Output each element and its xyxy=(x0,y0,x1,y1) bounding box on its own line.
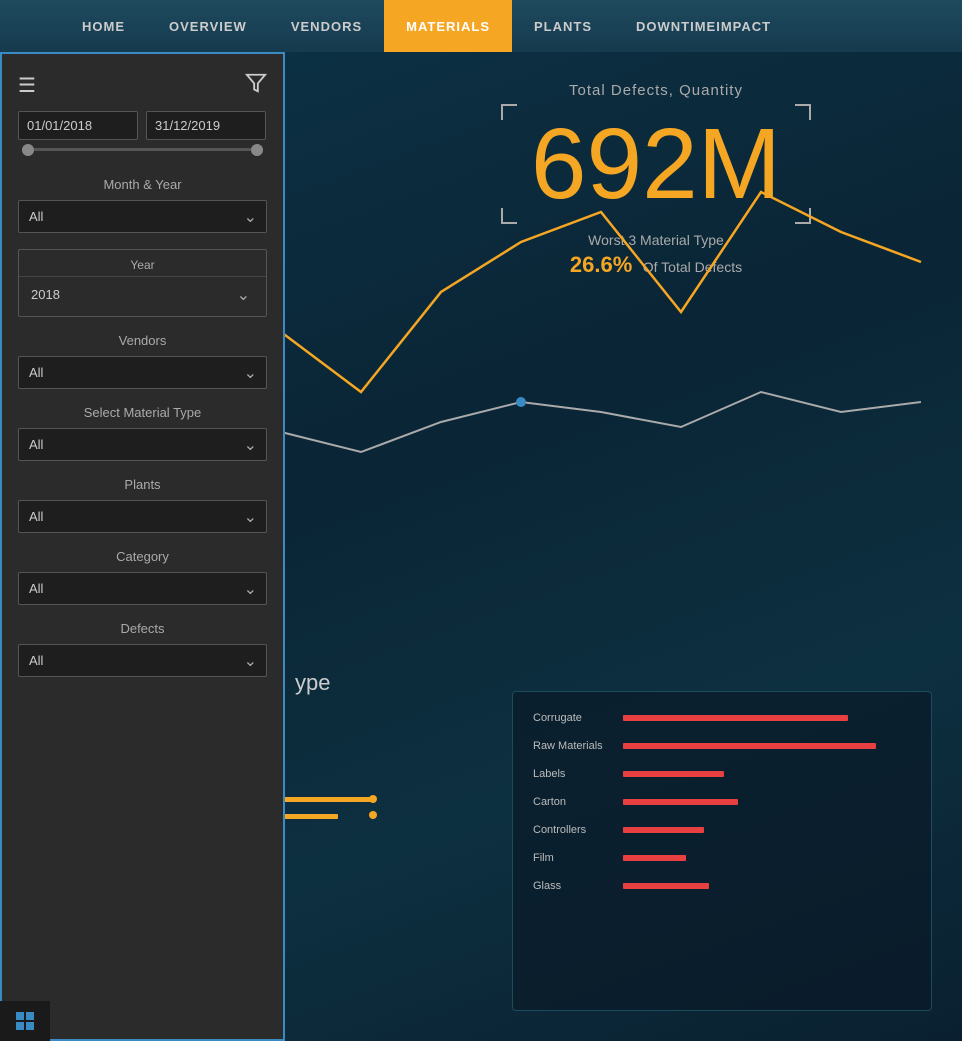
defects-select[interactable]: All xyxy=(18,644,267,677)
nav-plants[interactable]: Plants xyxy=(512,0,614,52)
vendors-select[interactable]: All xyxy=(18,356,267,389)
material-type-select[interactable]: All xyxy=(18,428,267,461)
defects-label: Defects xyxy=(18,621,267,636)
nav-materials[interactable]: Materials xyxy=(384,0,512,52)
bar-chart-container: Corrugate Raw Materials Labels Carton Co… xyxy=(512,691,932,1011)
bar-fill xyxy=(623,855,686,861)
bar-fill xyxy=(623,799,738,805)
date-start-input[interactable] xyxy=(18,111,138,140)
navbar: Home Overview Vendors Materials Plants D… xyxy=(0,0,962,52)
bar-track xyxy=(623,827,911,833)
bar-chart-row: Carton xyxy=(533,796,911,808)
plants-label: Plants xyxy=(18,477,267,492)
date-end-input[interactable] xyxy=(146,111,266,140)
bar-track xyxy=(623,799,911,805)
yellow-bars xyxy=(283,797,373,831)
category-label: Category xyxy=(18,549,267,564)
bar-chart-list: Corrugate Raw Materials Labels Carton Co… xyxy=(533,712,911,892)
bar-label: Film xyxy=(533,852,623,864)
defects-select-wrapper: All xyxy=(18,644,267,677)
category-section: Category All xyxy=(2,537,283,609)
vendors-select-wrapper: All xyxy=(18,356,267,389)
bar-chart-row: Controllers xyxy=(533,824,911,836)
plants-section: Plants All xyxy=(2,465,283,537)
bar-chart-row: Raw Materials xyxy=(533,740,911,752)
blue-dot xyxy=(516,397,526,407)
bar-label: Controllers xyxy=(533,824,623,836)
material-type-label: Select Material Type xyxy=(18,405,267,420)
yellow-dot-1 xyxy=(369,795,377,803)
win-icon-q4 xyxy=(26,1022,34,1030)
gray-line xyxy=(281,392,921,452)
date-range-slider[interactable] xyxy=(2,148,283,167)
win-icon-q2 xyxy=(26,1012,34,1020)
bar-track xyxy=(623,771,911,777)
month-year-select[interactable]: All xyxy=(18,200,267,233)
bar-track xyxy=(623,855,911,861)
win-icon-q1 xyxy=(16,1012,24,1020)
windows-icon xyxy=(16,1012,34,1030)
year-box: Year 2018 2019 xyxy=(18,249,267,317)
date-range-row xyxy=(2,111,283,148)
range-thumb-right[interactable] xyxy=(251,144,263,156)
year-box-label: Year xyxy=(19,254,266,277)
yellow-bar-2 xyxy=(283,814,338,819)
bar-chart-row: Glass xyxy=(533,880,911,892)
plants-select[interactable]: All xyxy=(18,500,267,533)
yellow-line xyxy=(281,192,921,392)
nav-downtime[interactable]: DowntimeImpact xyxy=(614,0,793,52)
nav-vendors[interactable]: Vendors xyxy=(269,0,384,52)
material-type-select-wrapper: All xyxy=(18,428,267,461)
bar-label: Labels xyxy=(533,768,623,780)
bar-fill xyxy=(623,715,848,721)
vendors-label: Vendors xyxy=(18,333,267,348)
month-year-select-wrapper: All xyxy=(18,200,267,233)
nav-home[interactable]: Home xyxy=(60,0,147,52)
bar-chart-row: Corrugate xyxy=(533,712,911,724)
defects-section: Defects All xyxy=(2,609,283,681)
year-select-wrapper: 2018 2019 xyxy=(19,277,266,312)
filter-icon[interactable] xyxy=(245,72,267,99)
nav-overview[interactable]: Overview xyxy=(147,0,269,52)
windows-start-button[interactable] xyxy=(0,1001,50,1041)
category-select[interactable]: All xyxy=(18,572,267,605)
bar-label: Corrugate xyxy=(533,712,623,724)
sidebar: ☰ Month & Year All Year xyxy=(0,52,285,1041)
bar-fill xyxy=(623,743,876,749)
bar-fill xyxy=(623,883,709,889)
yellow-bar-1 xyxy=(283,797,373,802)
line-chart-svg xyxy=(280,112,962,512)
year-section: Year 2018 2019 xyxy=(2,237,283,321)
material-type-section: Select Material Type All xyxy=(2,393,283,465)
category-select-wrapper: All xyxy=(18,572,267,605)
bar-label: Glass xyxy=(533,880,623,892)
bar-label: Carton xyxy=(533,796,623,808)
sidebar-header: ☰ xyxy=(2,64,283,111)
bar-track xyxy=(623,883,911,889)
plants-select-wrapper: All xyxy=(18,500,267,533)
total-defects-label: Total Defects, Quantity xyxy=(350,82,962,99)
bar-fill xyxy=(623,771,724,777)
bar-fill xyxy=(623,827,704,833)
bar-track xyxy=(623,743,911,749)
month-year-label: Month & Year xyxy=(18,177,267,192)
bar-track xyxy=(623,715,911,721)
month-year-section: Month & Year All xyxy=(2,167,283,237)
win-icon-q3 xyxy=(16,1022,24,1030)
range-track xyxy=(22,148,263,151)
range-fill xyxy=(22,148,263,151)
range-thumb-left[interactable] xyxy=(22,144,34,156)
type-label: ype xyxy=(295,670,330,696)
vendors-section: Vendors All xyxy=(2,321,283,393)
yellow-dot-2 xyxy=(369,811,377,819)
year-select[interactable]: 2018 2019 xyxy=(27,281,258,308)
bar-chart-row: Labels xyxy=(533,768,911,780)
funnel-shape xyxy=(247,75,265,92)
bar-chart-row: Film xyxy=(533,852,911,864)
bar-label: Raw Materials xyxy=(533,740,623,752)
hamburger-icon[interactable]: ☰ xyxy=(18,73,36,98)
